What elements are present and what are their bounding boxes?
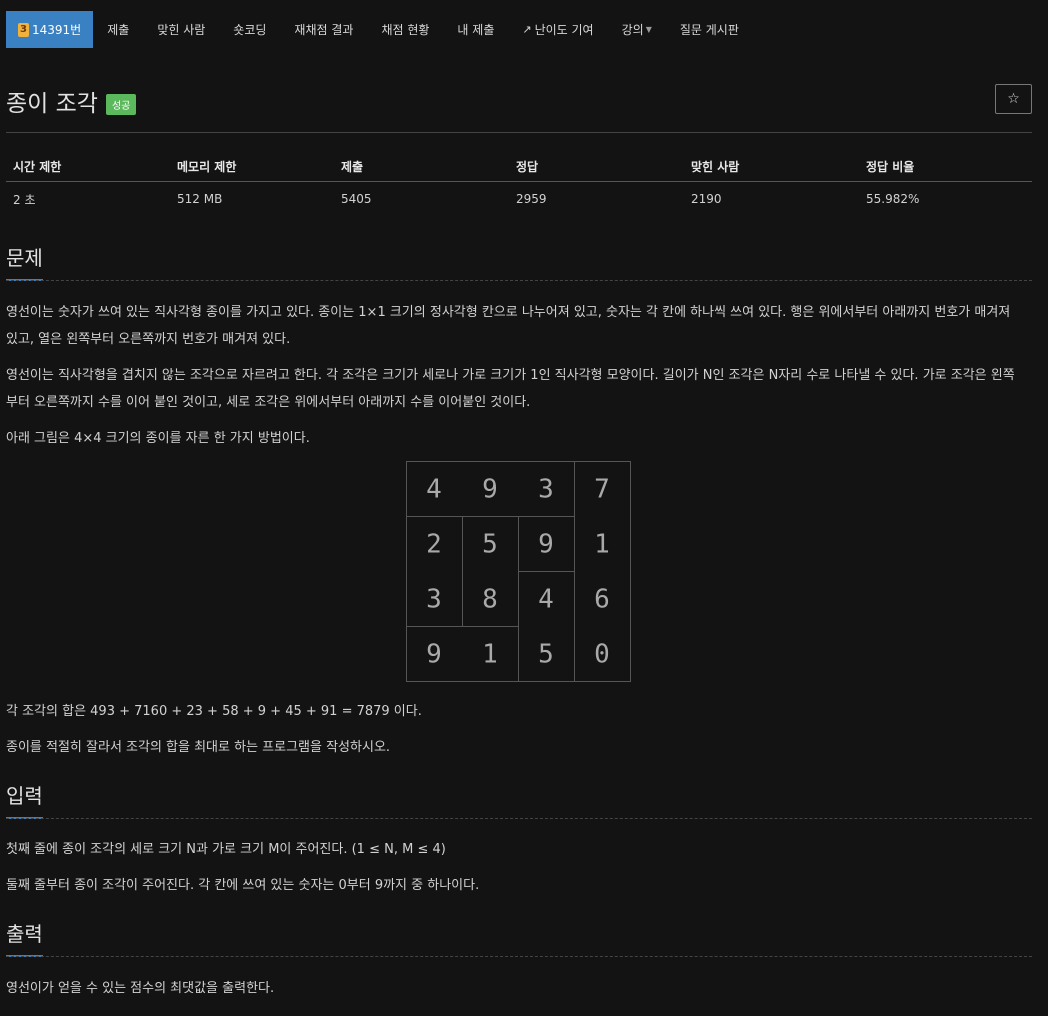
title-divider [6, 132, 1032, 133]
nav-lecture-label: 강의 [621, 23, 644, 37]
grid-cell-digit: 1 [482, 640, 498, 670]
external-link-icon: ↗ [522, 23, 532, 36]
grid-cell-digit: 9 [538, 530, 554, 560]
info-value-row: 2 초 512 MB 5405 2959 2190 55.982% [6, 182, 1032, 216]
header-ratio: 정답 비율 [866, 160, 915, 174]
grid-cell-digit: 9 [426, 640, 442, 670]
nav-difficulty-label: 난이도 기여 [534, 23, 594, 37]
grid-cell-digit: 4 [538, 585, 554, 615]
value-time-limit: 2 초 [13, 192, 36, 207]
value-memory-limit: 512 MB [177, 192, 223, 206]
input-paragraph-2: 둘째 줄부터 종이 조각이 주어진다. 각 칸에 쓰여 있는 숫자는 0부터 9… [6, 878, 480, 893]
section-divider [6, 818, 1032, 819]
value-submissions: 5405 [341, 192, 372, 206]
grid-cell-digit: 6 [594, 585, 610, 615]
grid-cell-digit: 4 [426, 475, 442, 505]
input-paragraph-1: 첫째 줄에 종이 조각의 세로 크기 N과 가로 크기 M이 주어진다. (1 … [6, 842, 446, 857]
nav-submit[interactable]: 제출 [93, 11, 143, 48]
section-title-problem: 문제 [6, 242, 43, 281]
header-accepted: 정답 [516, 160, 539, 174]
problem-info-table: 시간 제한 메모리 제한 제출 정답 맞힌 사람 정답 비율 2 초 512 M… [6, 152, 1032, 216]
star-icon: ☆ [1007, 91, 1020, 107]
result-badge: 성공 [105, 93, 137, 115]
nav-question-board[interactable]: 질문 게시판 [666, 11, 753, 48]
section-title-input: 입력 [6, 780, 43, 819]
problem-paragraph-4: 각 조각의 합은 493 + 7160 + 23 + 58 + 9 + 45 +… [6, 704, 422, 719]
grid-cell-digit: 9 [482, 475, 498, 505]
grid-cell-digit: 2 [426, 530, 442, 560]
star-button[interactable]: ☆ [995, 84, 1032, 114]
problem-paragraph-5: 종이를 적절히 잘라서 조각의 합을 최대로 하는 프로그램을 작성하시오. [6, 740, 391, 755]
nav-status[interactable]: 채점 현황 [367, 11, 443, 48]
header-submissions: 제출 [341, 160, 364, 174]
problem-nav: 3 14391번 제출 맞힌 사람 숏코딩 재채점 결과 채점 현황 내 제출 … [6, 11, 753, 48]
nav-my-submissions[interactable]: 내 제출 [443, 11, 508, 48]
section-divider [6, 280, 1032, 281]
header-solvers: 맞힌 사람 [691, 160, 740, 174]
nav-short-coding[interactable]: 숏코딩 [219, 11, 280, 48]
grid-cell-digit: 0 [594, 640, 610, 670]
output-paragraph-1: 영선이가 얻을 수 있는 점수의 최댓값을 출력한다. [6, 981, 275, 996]
problem-paragraph-1: 영선이는 숫자가 쓰여 있는 직사각형 종이를 가지고 있다. 종이는 1×1 … [6, 305, 1011, 347]
problem-paragraph-2: 영선이는 직사각형을 겹치지 않는 조각으로 자르려고 한다. 각 조각은 크기… [6, 368, 1015, 410]
header-time-limit: 시간 제한 [13, 160, 62, 174]
section-problem: 문제 [6, 242, 1032, 281]
grid-cell-digit: 3 [538, 475, 554, 505]
value-ratio: 55.982% [866, 192, 920, 206]
page-title: 종이 조각 [6, 91, 98, 117]
grid-cell-digit: 1 [594, 530, 610, 560]
value-accepted: 2959 [516, 192, 547, 206]
nav-difficulty[interactable]: ↗ 난이도 기여 [508, 11, 607, 48]
nav-solved-users[interactable]: 맞힌 사람 [143, 11, 219, 48]
problem-paragraph-3: 아래 그림은 4×4 크기의 종이를 자른 한 가지 방법이다. [6, 431, 310, 446]
paper-grid-figure: 4 9 3 72 5 9 13 8 4 69 1 5 0 [406, 461, 631, 682]
header-memory-limit: 메모리 제한 [177, 160, 237, 174]
nav-rejudge[interactable]: 재채점 결과 [280, 11, 367, 48]
grid-cell-digit: 5 [538, 640, 554, 670]
section-divider [6, 956, 1032, 957]
tier-icon: 3 [18, 22, 29, 37]
info-header-row: 시간 제한 메모리 제한 제출 정답 맞힌 사람 정답 비율 [6, 152, 1032, 182]
grid-cell-digit: 3 [426, 585, 442, 615]
grid-cell-digit: 7 [594, 475, 610, 505]
section-input: 입력 [6, 780, 1032, 819]
grid-cell-digit: 5 [482, 530, 498, 560]
caret-down-icon: ▼ [645, 25, 652, 34]
nav-problem-id[interactable]: 3 14391번 [6, 11, 94, 48]
title-area: 종이 조각 성공 [6, 84, 137, 118]
nav-lecture[interactable]: 강의 ▼ [608, 11, 666, 48]
grid-cell-digit: 8 [482, 585, 498, 615]
section-title-output: 출력 [6, 918, 43, 957]
problem-id-label: 14391번 [32, 23, 82, 37]
section-output: 출력 [6, 918, 1032, 957]
value-solvers: 2190 [691, 192, 722, 206]
